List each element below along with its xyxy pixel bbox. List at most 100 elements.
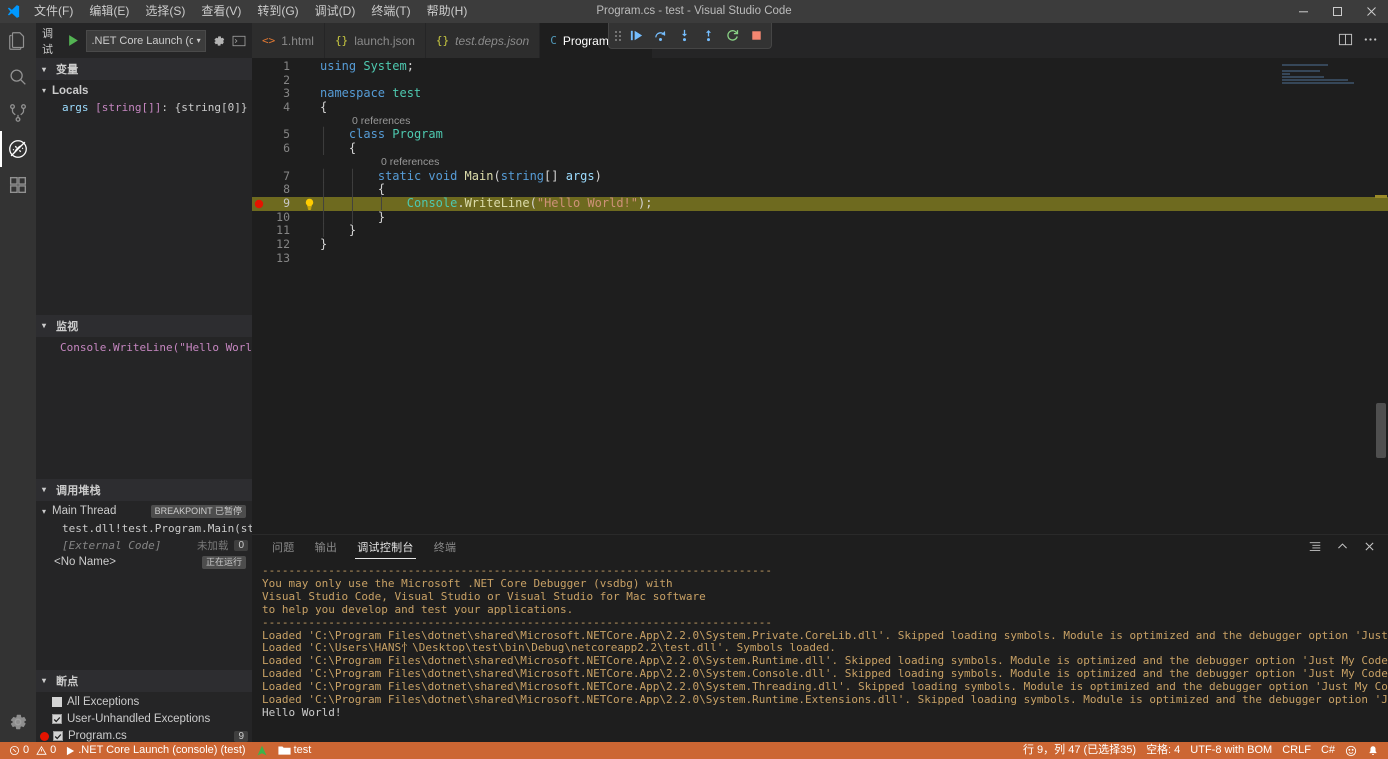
status-problems[interactable]: 0 0: [4, 742, 61, 759]
codelens-reference-count[interactable]: 0 references: [318, 156, 1388, 170]
line-text: │ class Program: [320, 127, 443, 142]
watch-pane: ▾ 监视 Console.WriteLine("Hello World!");:…: [36, 314, 252, 479]
scrollbar-thumb[interactable]: [1376, 403, 1386, 458]
maximize-panel-icon[interactable]: [1336, 540, 1349, 556]
tab-launch-json[interactable]: {} launch.json: [324, 23, 426, 58]
editor-vertical-scrollbar[interactable]: [1374, 58, 1388, 534]
breakpoints-pane-body: All Exceptions User-Unhandled Exceptions: [36, 692, 252, 742]
close-panel-icon[interactable]: [1363, 540, 1376, 556]
debug-configuration-select[interactable]: .NET Core Launch (con ▾: [86, 29, 206, 52]
editor-tabs-bar: <> 1.html {} launch.json {} test.deps.js…: [252, 23, 1388, 58]
callstack-frame-row[interactable]: test.dll!test.Program.Main(string[] a: [36, 520, 252, 537]
extensions-icon[interactable]: [0, 167, 36, 203]
callstack-thread-name: <No Name>: [54, 556, 117, 569]
open-launch-json-gear-icon[interactable]: [212, 33, 226, 49]
chevron-down-icon: ▾: [42, 485, 47, 495]
code-editor[interactable]: 1 using System; 2 3 namespace test 4 {0…: [252, 58, 1388, 534]
launch-config-label: .NET Core Launch (console) (test): [78, 744, 246, 756]
chevron-down-icon: ▾: [42, 676, 47, 686]
status-live-share[interactable]: [251, 742, 273, 759]
status-feedback-smiley-icon[interactable]: [1340, 742, 1362, 759]
status-cursor-position[interactable]: 行 9，列 47 (已选择35): [1018, 742, 1141, 759]
watch-row[interactable]: Console.WriteLine("Hello World!");: …: [36, 339, 252, 356]
callstack-pane-header[interactable]: ▾ 调用堆栈: [36, 478, 252, 501]
step-over-icon[interactable]: [649, 25, 671, 47]
minimize-button[interactable]: [1286, 0, 1320, 23]
stop-icon[interactable]: [745, 25, 767, 47]
minimap[interactable]: [1282, 64, 1374, 84]
status-encoding[interactable]: UTF-8 with BOM: [1185, 742, 1277, 759]
variables-scope-row[interactable]: ▾ Locals: [36, 82, 252, 99]
menu-view[interactable]: 查看(V): [193, 0, 249, 23]
status-eol[interactable]: CRLF: [1277, 742, 1316, 759]
editor-actions: [1338, 23, 1388, 58]
search-icon[interactable]: [0, 59, 36, 95]
step-out-icon[interactable]: [697, 25, 719, 47]
run-debug-icon[interactable]: [0, 131, 36, 167]
tab-1-html[interactable]: <> 1.html: [252, 23, 325, 58]
panel-tab-problems[interactable]: 问题: [262, 535, 305, 561]
checkbox-checked-icon[interactable]: [52, 714, 62, 725]
debug-console-icon[interactable]: [232, 33, 246, 49]
panel-tab-output[interactable]: 输出: [305, 535, 348, 561]
callstack-thread-row[interactable]: ▾ Main Thread BREAKPOINT 已暂停: [36, 503, 252, 520]
menu-terminal[interactable]: 终端(T): [363, 0, 418, 23]
lightbulb-icon[interactable]: [300, 198, 318, 210]
checkbox-checked-icon[interactable]: [53, 731, 63, 742]
more-actions-icon[interactable]: [1363, 32, 1378, 50]
variables-pane-header[interactable]: ▾ 变量: [36, 58, 252, 80]
breakpoints-pane-header[interactable]: ▾ 断点: [36, 669, 252, 692]
line-text: namespace test: [320, 86, 422, 101]
console-line: Loaded 'C:\Program Files\dotnet\shared\M…: [262, 628, 1388, 642]
breakpoint-glyph-icon[interactable]: [252, 199, 266, 209]
panel-tab-terminal[interactable]: 终端: [424, 535, 467, 561]
tab-test-deps-json[interactable]: {} test.deps.json: [425, 23, 541, 58]
breakpoint-row[interactable]: Program.cs 9: [36, 728, 252, 742]
checkbox-unchecked-icon[interactable]: [52, 697, 62, 708]
clear-console-icon[interactable]: [1308, 540, 1322, 557]
breakpoint-row[interactable]: All Exceptions: [36, 694, 252, 711]
menu-file[interactable]: 文件(F): [26, 0, 81, 23]
restart-icon[interactable]: [721, 25, 743, 47]
close-button[interactable]: [1354, 0, 1388, 23]
status-language-mode[interactable]: C#: [1316, 742, 1340, 759]
breakpoint-label: All Exceptions: [67, 696, 140, 709]
explorer-icon[interactable]: [0, 23, 36, 59]
line-text: }: [320, 236, 328, 251]
drag-handle-icon[interactable]: [613, 29, 623, 43]
vscode-logo-icon: [0, 0, 26, 23]
menu-edit[interactable]: 编辑(E): [81, 0, 137, 23]
status-launch-config[interactable]: .NET Core Launch (console) (test): [61, 742, 250, 759]
debug-configuration-value: .NET Core Launch (con: [91, 34, 193, 47]
menu-go[interactable]: 转到(G): [249, 0, 306, 23]
split-editor-icon[interactable]: [1338, 32, 1353, 50]
callstack-thread-row[interactable]: <No Name> 正在运行: [36, 554, 252, 571]
watch-pane-header[interactable]: ▾ 监视: [36, 314, 252, 337]
source-control-icon[interactable]: [0, 95, 36, 131]
menu-selection[interactable]: 选择(S): [137, 0, 193, 23]
codelens-reference-count[interactable]: 0 references: [318, 115, 1388, 129]
line-number: 8: [283, 182, 290, 197]
folder-label: test: [293, 744, 312, 756]
panel-tab-debug-console[interactable]: 调试控制台: [347, 535, 424, 561]
step-into-icon[interactable]: [673, 25, 695, 47]
debug-console-output[interactable]: ----------------------------------------…: [252, 561, 1388, 742]
variable-row[interactable]: args [string[]] : {string[0]}: [36, 99, 252, 116]
code-line: 8 │ │ {: [252, 182, 1388, 197]
menu-debug[interactable]: 调试(D): [307, 0, 364, 23]
console-line: Loaded 'C:\Program Files\dotnet\shared\M…: [262, 693, 1388, 707]
manage-gear-icon[interactable]: [0, 702, 36, 742]
debug-label: 调试: [42, 27, 53, 56]
status-folder[interactable]: test: [273, 742, 317, 759]
html-file-icon: <>: [262, 34, 276, 47]
status-notifications-bell-icon[interactable]: [1362, 742, 1384, 759]
breakpoint-row[interactable]: User-Unhandled Exceptions: [36, 711, 252, 728]
start-debug-play-icon[interactable]: [67, 34, 80, 47]
callstack-frame-row[interactable]: [External Code] 未加载 0: [36, 537, 252, 554]
chevron-down-icon: ▾: [42, 506, 47, 516]
menu-help[interactable]: 帮助(H): [419, 0, 476, 23]
maximize-button[interactable]: [1320, 0, 1354, 23]
callstack-pane-title: 调用堆栈: [56, 484, 101, 497]
status-indentation[interactable]: 空格: 4: [1141, 742, 1185, 759]
continue-icon[interactable]: [625, 25, 647, 47]
